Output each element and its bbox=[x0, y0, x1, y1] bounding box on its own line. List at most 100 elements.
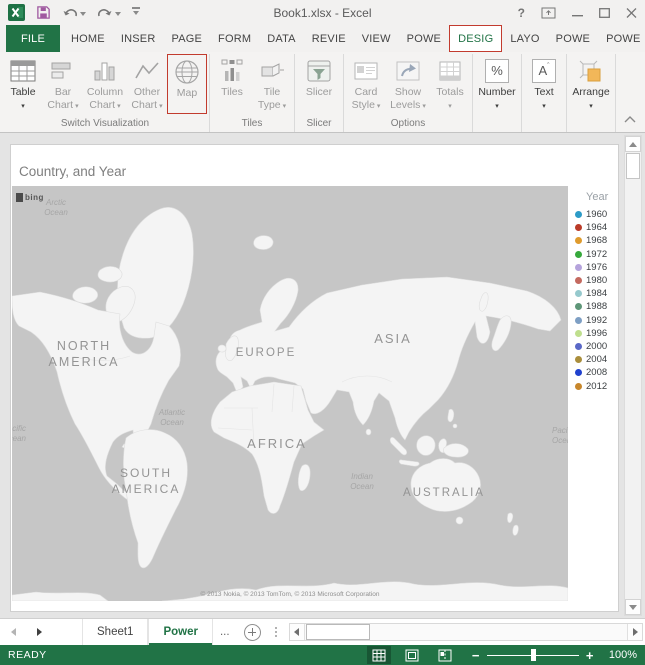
save-button[interactable] bbox=[36, 5, 51, 20]
legend-color-dot bbox=[575, 330, 582, 337]
show-levels-icon bbox=[395, 56, 421, 86]
line-chart-icon bbox=[134, 56, 160, 86]
ribbon-display-options-icon[interactable] bbox=[541, 7, 556, 19]
legend-item[interactable]: 1968 bbox=[573, 234, 619, 247]
number-button[interactable]: % Number bbox=[475, 54, 519, 116]
column-chart-button[interactable]: Column Chart bbox=[83, 54, 127, 116]
table-icon bbox=[10, 56, 36, 86]
sheet-nav-right-arrow[interactable] bbox=[26, 619, 52, 645]
totals-icon bbox=[438, 56, 462, 86]
group-label-tiles: Tiles bbox=[212, 116, 292, 132]
table-button[interactable]: Table bbox=[3, 54, 43, 116]
scroll-right-arrow[interactable] bbox=[627, 624, 642, 640]
ribbon-group-arrange: Arrange bbox=[567, 54, 616, 132]
legend-color-dot bbox=[575, 383, 582, 390]
tab-review[interactable]: REVIE bbox=[304, 25, 354, 52]
legend-item[interactable]: 1984 bbox=[573, 287, 619, 300]
map-button[interactable]: Map bbox=[167, 54, 207, 114]
tab-formulas[interactable]: FORM bbox=[210, 25, 259, 52]
zoom-out-button[interactable]: − bbox=[472, 649, 480, 662]
window-controls: ? bbox=[518, 6, 637, 20]
tab-view[interactable]: VIEW bbox=[354, 25, 399, 52]
tile-type-icon bbox=[259, 56, 285, 86]
zoom-in-button[interactable]: + bbox=[586, 649, 594, 662]
dropdown-arrow-icon bbox=[157, 99, 163, 111]
slicer-button[interactable]: Slicer bbox=[297, 54, 341, 116]
tab-data[interactable]: DATA bbox=[259, 25, 304, 52]
map-label-africa: AFRICA bbox=[242, 436, 312, 453]
minimize-button[interactable] bbox=[572, 8, 583, 18]
scroll-left-arrow[interactable] bbox=[290, 624, 305, 640]
legend-item[interactable]: 1972 bbox=[573, 248, 619, 261]
collapse-ribbon-icon[interactable] bbox=[624, 110, 636, 128]
status-bar: READY − + 100% bbox=[0, 645, 645, 665]
dropdown-arrow-icon bbox=[133, 11, 139, 15]
legend-item[interactable]: 1992 bbox=[573, 314, 619, 327]
tab-layout[interactable]: LAYO bbox=[502, 25, 547, 52]
redo-button[interactable] bbox=[97, 6, 121, 19]
sheet-nav-left-arrow[interactable] bbox=[0, 619, 26, 645]
zoom-slider[interactable] bbox=[487, 649, 579, 661]
dropdown-arrow-icon bbox=[73, 99, 79, 111]
maximize-button[interactable] bbox=[599, 8, 610, 18]
arrange-button[interactable]: Arrange bbox=[569, 54, 613, 116]
power-view-map[interactable]: bing Arctic Ocean NORTH AMERICA EUROPE A… bbox=[12, 186, 568, 601]
vertical-scrollbar-thumb[interactable] bbox=[626, 153, 640, 179]
legend-item[interactable]: 1964 bbox=[573, 221, 619, 234]
legend-item[interactable]: 1980 bbox=[573, 274, 619, 287]
page-break-preview-button[interactable] bbox=[433, 646, 457, 664]
tab-home[interactable]: HOME bbox=[63, 25, 113, 52]
sheet-tab-overflow[interactable]: ... bbox=[213, 619, 237, 645]
legend-item[interactable]: 2000 bbox=[573, 340, 619, 353]
scroll-up-arrow[interactable] bbox=[625, 136, 641, 152]
totals-button[interactable]: Totals bbox=[430, 54, 470, 116]
legend-item[interactable]: 1988 bbox=[573, 300, 619, 313]
horizontal-scrollbar[interactable] bbox=[289, 623, 643, 641]
undo-button[interactable] bbox=[62, 6, 86, 19]
normal-view-button[interactable] bbox=[367, 646, 391, 664]
tile-type-button[interactable]: Tile Type bbox=[252, 54, 292, 116]
tiles-button[interactable]: Tiles bbox=[212, 54, 252, 116]
power-view-canvas: Country, and Year bbox=[10, 144, 619, 612]
zoom-slider-thumb[interactable] bbox=[531, 649, 536, 661]
legend-item[interactable]: 2004 bbox=[573, 353, 619, 366]
status-ready-text: READY bbox=[8, 649, 47, 661]
map-label-pacific-ocean-right: Pacific Ocean bbox=[552, 426, 568, 445]
scroll-down-arrow[interactable] bbox=[625, 599, 641, 615]
legend-item[interactable]: 2008 bbox=[573, 366, 619, 379]
world-map-graphic bbox=[12, 186, 568, 601]
legend-color-dot bbox=[575, 303, 582, 310]
new-sheet-button[interactable] bbox=[244, 624, 261, 641]
tab-insert[interactable]: INSER bbox=[113, 25, 164, 52]
sheet-tab-power-view[interactable]: Power bbox=[148, 619, 213, 645]
tab-design[interactable]: DESIG bbox=[449, 25, 502, 52]
tab-page-layout[interactable]: PAGE bbox=[163, 25, 210, 52]
customize-quick-access-toolbar-button[interactable] bbox=[132, 7, 140, 18]
tab-scrollbar-divider[interactable] bbox=[268, 619, 284, 645]
vertical-scrollbar[interactable] bbox=[624, 135, 642, 616]
tab-power-3[interactable]: POWE bbox=[598, 25, 645, 52]
other-chart-button[interactable]: Other Chart bbox=[127, 54, 167, 116]
page-layout-view-button[interactable] bbox=[400, 646, 424, 664]
horizontal-scrollbar-thumb[interactable] bbox=[306, 624, 370, 640]
tab-file[interactable]: FILE bbox=[6, 25, 60, 52]
map-label-arctic-ocean: Arctic Ocean bbox=[34, 198, 78, 217]
close-button[interactable] bbox=[626, 8, 637, 18]
map-label-europe: EUROPE bbox=[226, 346, 306, 361]
legend-item[interactable]: 2012 bbox=[573, 379, 619, 392]
bar-chart-button[interactable]: Bar Chart bbox=[43, 54, 83, 116]
help-icon[interactable]: ? bbox=[518, 6, 525, 20]
tab-power-2[interactable]: POWE bbox=[548, 25, 598, 52]
legend-item[interactable]: 1960 bbox=[573, 208, 619, 221]
card-style-button[interactable]: Card Style bbox=[346, 54, 386, 116]
legend-item[interactable]: 1996 bbox=[573, 327, 619, 340]
tab-powerpivot[interactable]: POWE bbox=[399, 25, 449, 52]
legend-item[interactable]: 1976 bbox=[573, 261, 619, 274]
visualization-title[interactable]: Country, and Year bbox=[19, 164, 126, 179]
sheet-tab-sheet1[interactable]: Sheet1 bbox=[82, 619, 148, 645]
show-levels-button[interactable]: Show Levels bbox=[386, 54, 430, 116]
excel-app-icon[interactable] bbox=[8, 4, 25, 21]
text-button[interactable]: Aˆ Text bbox=[524, 54, 564, 116]
zoom-percentage[interactable]: 100% bbox=[603, 649, 637, 661]
globe-map-icon bbox=[173, 57, 201, 87]
